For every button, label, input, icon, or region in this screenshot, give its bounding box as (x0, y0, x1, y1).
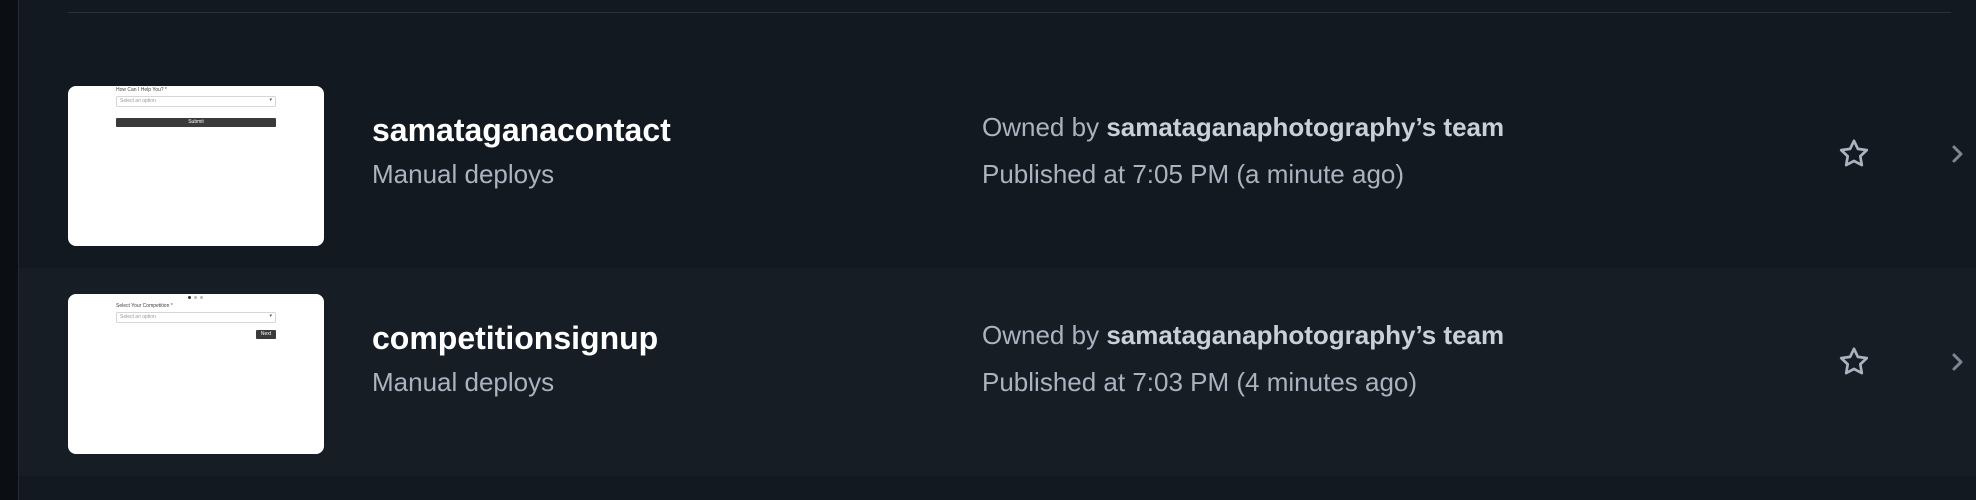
owner-line: Owned by samataganaphotography’s team (982, 320, 1504, 351)
thumbnail-submit-button: Submit (116, 118, 276, 127)
thumbnail-next-button: Next (256, 330, 276, 339)
thumbnail-select-placeholder: Select an option (120, 98, 156, 104)
project-thumbnail: How Can I Help You? * Select an option ▾… (68, 86, 324, 246)
star-icon[interactable] (1836, 136, 1872, 172)
chevron-down-icon: ▾ (269, 313, 272, 319)
thumbnail-select: Select an option ▾ (116, 312, 276, 323)
chevron-right-icon[interactable] (1947, 348, 1969, 376)
owned-by-prefix: Owned by (982, 320, 1100, 350)
star-icon[interactable] (1836, 344, 1872, 380)
chevron-down-icon: ▾ (269, 97, 272, 103)
deploy-type: Manual deploys (372, 159, 555, 189)
owner-line: Owned by samataganaphotography’s team (982, 112, 1504, 143)
project-name[interactable]: competitionsignup (372, 320, 658, 357)
step-dot (194, 296, 197, 299)
thumbnail-select: Select an option ▾ (116, 96, 276, 107)
divider (68, 12, 1951, 13)
project-row[interactable]: Select Your Competition * Select an opti… (19, 268, 1976, 476)
published-time: Published at 7:03 PM (4 minutes ago) (982, 367, 1418, 397)
project-name[interactable]: samataganacontact (372, 112, 671, 149)
left-rail (0, 0, 19, 500)
project-thumbnail: Select Your Competition * Select an opti… (68, 294, 324, 454)
step-dot (188, 296, 191, 299)
deploy-type: Manual deploys (372, 367, 555, 397)
owner-team: samataganaphotography’s team (1106, 112, 1505, 142)
project-row[interactable]: How Can I Help You? * Select an option ▾… (19, 60, 1976, 268)
thumbnail-select-placeholder: Select an option (120, 314, 156, 320)
thumbnail-label: Select Your Competition * (116, 303, 173, 309)
chevron-right-icon[interactable] (1947, 140, 1969, 168)
owner-team: samataganaphotography’s team (1106, 320, 1505, 350)
step-dot (200, 296, 203, 299)
published-time: Published at 7:05 PM (a minute ago) (982, 159, 1405, 189)
owned-by-prefix: Owned by (982, 112, 1100, 142)
thumbnail-label: How Can I Help You? * (116, 87, 167, 93)
